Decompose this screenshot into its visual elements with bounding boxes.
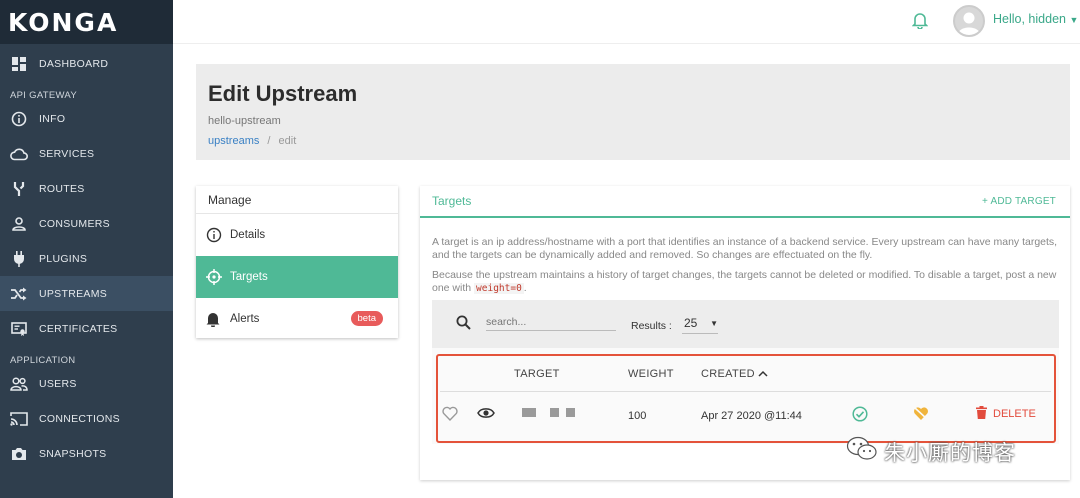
unhealthy-heart-icon[interactable]: [913, 406, 929, 426]
redacted-target: [550, 408, 559, 417]
check-circle-icon: [852, 406, 868, 427]
table-divider: [440, 391, 1051, 392]
sidebar-item-label: CONNECTIONS: [39, 412, 120, 425]
sidebar-item-upstreams[interactable]: UPSTREAMS: [0, 276, 173, 311]
user-greeting: Hello, hidden: [993, 12, 1066, 26]
shuffle-icon: [10, 285, 28, 303]
info-icon: [10, 110, 28, 128]
manage-item-details[interactable]: Details: [196, 214, 398, 256]
sidebar-item-snapshots[interactable]: SNAPSHOTS: [0, 436, 173, 471]
plug-icon: [10, 250, 28, 268]
sort-ascending-icon: [758, 368, 768, 380]
results-per-page-select[interactable]: 25 ▼: [682, 314, 718, 334]
manage-item-targets[interactable]: Targets: [196, 256, 398, 298]
column-weight[interactable]: WEIGHT: [628, 368, 674, 380]
manage-item-alerts[interactable]: Alerts beta: [196, 298, 398, 340]
column-target[interactable]: TARGET: [514, 368, 560, 380]
breadcrumb-upstreams-link[interactable]: upstreams: [208, 135, 259, 147]
targets-table: TARGET WEIGHT CREATED 100 Apr 27 2020 @1…: [432, 348, 1059, 444]
sidebar-item-consumers[interactable]: CONSUMERS: [0, 206, 173, 241]
sidebar-item-label: SNAPSHOTS: [39, 447, 107, 460]
manage-title: Manage: [196, 186, 398, 214]
top-bar: [173, 0, 1080, 44]
sidebar-item-label: SERVICES: [39, 147, 95, 160]
redacted-target: [522, 408, 536, 417]
trash-icon: [976, 406, 987, 422]
cast-icon: [10, 410, 28, 428]
targets-panel-header: Targets + ADD TARGET: [420, 186, 1070, 218]
targets-note-end: .: [523, 282, 527, 294]
delete-button[interactable]: DELETE: [976, 406, 1036, 422]
watermark-text: 朱小厮的博客: [884, 440, 1016, 465]
add-target-button[interactable]: + ADD TARGET: [982, 196, 1056, 207]
sidebar-item-info[interactable]: INFO: [0, 101, 173, 136]
app-logo[interactable]: KONGA: [0, 0, 173, 44]
upstream-name: hello-upstream: [208, 115, 281, 127]
manage-item-label: Alerts: [230, 313, 260, 325]
sidebar: KONGA DASHBOARD API GATEWAY INFO SERVICE…: [0, 0, 173, 498]
breadcrumb: upstreams / edit: [208, 135, 296, 147]
redacted-target: [566, 408, 575, 417]
info-icon: [206, 227, 224, 243]
watermark: 朱小厮的博客: [846, 436, 1016, 467]
targets-title: Targets: [432, 194, 472, 208]
fork-icon: [10, 180, 28, 198]
cloud-icon: [10, 145, 28, 163]
caret-down-icon: ▼: [1069, 15, 1079, 25]
beta-badge: beta: [350, 311, 383, 326]
manage-panel: Manage Details Targets Alerts beta: [196, 186, 398, 338]
user-menu[interactable]: Hello, hidden ▼: [993, 12, 1078, 26]
sidebar-item-certificates[interactable]: CERTIFICATES: [0, 311, 173, 346]
camera-icon: [10, 445, 28, 463]
sidebar-item-label: UPSTREAMS: [39, 287, 108, 300]
results-value: 25: [684, 316, 698, 330]
delete-label: DELETE: [993, 408, 1036, 420]
sidebar-item-dashboard[interactable]: DASHBOARD: [0, 46, 173, 81]
person-icon: [10, 215, 28, 233]
breadcrumb-separator: /: [267, 135, 271, 147]
sidebar-item-label: CERTIFICATES: [39, 322, 118, 335]
sidebar-item-label: ROUTES: [39, 182, 85, 195]
page-header: [196, 64, 1070, 160]
manage-item-label: Targets: [230, 271, 268, 283]
sidebar-item-routes[interactable]: ROUTES: [0, 171, 173, 206]
search-icon: [456, 315, 471, 335]
caret-down-icon: ▼: [710, 318, 718, 328]
sidebar-item-label: DASHBOARD: [39, 57, 109, 70]
sidebar-item-connections[interactable]: CONNECTIONS: [0, 401, 173, 436]
heart-icon[interactable]: [442, 406, 458, 426]
breadcrumb-current: edit: [278, 135, 297, 147]
manage-item-label: Details: [230, 229, 266, 241]
dashboard-icon: [10, 55, 28, 73]
eye-icon[interactable]: [477, 406, 495, 425]
wechat-icon: [846, 436, 878, 467]
notification-bell-icon[interactable]: [911, 11, 929, 34]
page-title: Edit Upstream: [208, 81, 358, 106]
weight-code: weight=0: [474, 283, 524, 294]
sidebar-item-services[interactable]: SERVICES: [0, 136, 173, 171]
sidebar-section-api-gateway: API GATEWAY: [10, 90, 77, 101]
certificate-icon: [10, 320, 28, 338]
results-label: Results :: [631, 320, 672, 332]
sidebar-item-label: INFO: [39, 112, 66, 125]
sidebar-item-users[interactable]: USERS: [0, 366, 173, 401]
row-weight: 100: [628, 410, 647, 422]
users-icon: [10, 375, 28, 393]
bell-icon: [206, 311, 224, 327]
targets-note: Because the upstream maintains a history…: [432, 269, 1062, 295]
column-created[interactable]: CREATED: [701, 368, 768, 380]
sidebar-item-label: USERS: [39, 377, 77, 390]
sidebar-item-label: CONSUMERS: [39, 217, 110, 230]
search-bar: Results : 25 ▼: [432, 300, 1059, 348]
sidebar-item-plugins[interactable]: PLUGINS: [0, 241, 173, 276]
sidebar-section-application: APPLICATION: [10, 355, 76, 366]
search-input[interactable]: [486, 314, 616, 331]
column-created-label: CREATED: [701, 368, 755, 380]
row-created: Apr 27 2020 @11:44: [701, 410, 802, 422]
sidebar-item-label: PLUGINS: [39, 252, 88, 265]
avatar[interactable]: [953, 5, 985, 37]
crosshair-icon: [206, 269, 224, 285]
targets-description: A target is an ip address/hostname with …: [432, 236, 1058, 261]
